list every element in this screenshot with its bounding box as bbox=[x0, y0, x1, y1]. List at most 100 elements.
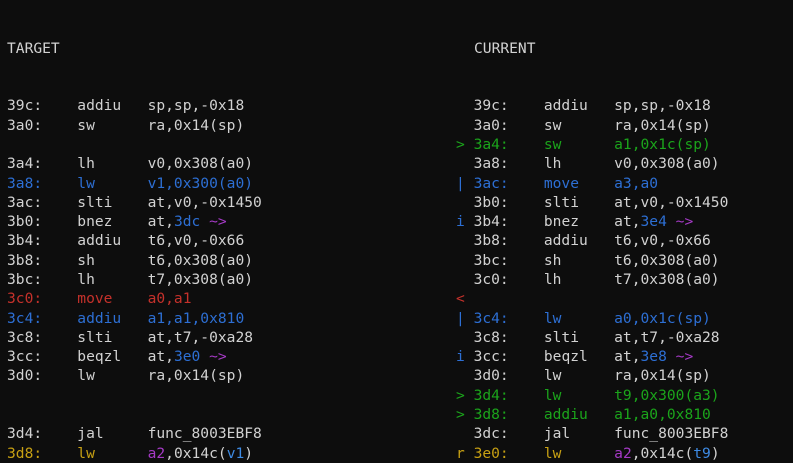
asm-segment: ,0x14c( bbox=[165, 445, 227, 462]
target-line: 3a8: lw v1,0x300(a0) bbox=[7, 174, 253, 193]
target-line: 3c4: addiu a1,a1,0x810 bbox=[7, 309, 244, 328]
target-column-header: TARGET bbox=[7, 39, 60, 58]
target-line: 3cc: beqzl at,3e0 ~> bbox=[7, 347, 227, 366]
current-line: 3b0: slti at,v0,-0x1450 bbox=[456, 193, 728, 212]
asm-segment bbox=[667, 213, 676, 230]
asm-segment: ) bbox=[711, 445, 720, 462]
asm-segment: 3d0: lw ra,0x14(sp) bbox=[7, 367, 244, 384]
target-line: 3c0: move a0,a1 bbox=[7, 289, 192, 308]
current-line: r 3e0: lw a2,0x14c(t9) bbox=[456, 444, 720, 463]
asm-segment: 3c8: slti at,t7,-0xa28 bbox=[456, 329, 720, 346]
current-line: > 3a4: sw a1,0x1c(sp) bbox=[456, 135, 711, 154]
current-line: | 3c4: lw a0,0x1c(sp) bbox=[456, 309, 711, 328]
asm-segment bbox=[200, 213, 209, 230]
target-line: 3ac: slti at,v0,-0x1450 bbox=[7, 193, 262, 212]
diff-row: 3cc: beqzl at,3e0 ~>i 3cc: beqzl at,3e8 … bbox=[0, 347, 793, 366]
asm-segment: r 3e0: lw bbox=[456, 445, 614, 462]
current-line: 3b8: addiu t6,v0,-0x66 bbox=[456, 231, 711, 250]
diff-rows: 39c: addiu sp,sp,-0x18 39c: addiu sp,sp,… bbox=[0, 96, 793, 463]
current-line: 3c8: slti at,t7,-0xa28 bbox=[456, 328, 720, 347]
target-line: 3b4: addiu t6,v0,-0x66 bbox=[7, 231, 244, 250]
current-line: | 3ac: move a3,a0 bbox=[456, 174, 658, 193]
asm-segment: 3c0: lh t7,0x308(a0) bbox=[456, 271, 720, 288]
diff-row: 3d4: jal func_8003EBF8 3dc: jal func_800… bbox=[0, 424, 793, 443]
asm-segment: 3a4: lh v0,0x308(a0) bbox=[7, 155, 253, 172]
asm-segment: 3bc: sh t6,0x308(a0) bbox=[456, 252, 720, 269]
diff-row: > 3a4: sw a1,0x1c(sp) bbox=[0, 135, 793, 154]
diff-row: 3b8: sh t6,0x308(a0) 3bc: sh t6,0x308(a0… bbox=[0, 251, 793, 270]
diff-row: 39c: addiu sp,sp,-0x18 39c: addiu sp,sp,… bbox=[0, 96, 793, 115]
current-line: 3d0: lw ra,0x14(sp) bbox=[456, 366, 711, 385]
diff-row: > 3d4: lw t9,0x300(a3) bbox=[0, 386, 793, 405]
current-column-header: CURRENT bbox=[474, 39, 536, 58]
asm-segment: i bbox=[456, 348, 474, 365]
asm-segment: | 3ac: move a3,a0 bbox=[456, 175, 658, 192]
diff-row: 3bc: lh t7,0x308(a0) 3c0: lh t7,0x308(a0… bbox=[0, 270, 793, 289]
asm-segment: 3d0: lw ra,0x14(sp) bbox=[456, 367, 711, 384]
asm-segment: 3bc: lh t7,0x308(a0) bbox=[7, 271, 253, 288]
asm-segment: i bbox=[456, 213, 474, 230]
diff-row: 3b4: addiu t6,v0,-0x66 3b8: addiu t6,v0,… bbox=[0, 231, 793, 250]
diff-row: 3a4: lh v0,0x308(a0) 3a8: lh v0,0x308(a0… bbox=[0, 154, 793, 173]
target-line: 3c8: slti at,t7,-0xa28 bbox=[7, 328, 253, 347]
asm-segment: 3b0: bnez at, bbox=[7, 213, 174, 230]
asm-segment: a2 bbox=[148, 445, 166, 462]
asm-segment: 3e4 bbox=[641, 213, 667, 230]
diff-row: 3a8: lw v1,0x300(a0) | 3ac: move a3,a0 bbox=[0, 174, 793, 193]
asm-segment: > 3d8: addiu a1,a0,0x810 bbox=[456, 406, 711, 423]
asm-diff-terminal: TARGET CURRENT 39c: addiu sp,sp,-0x18 39… bbox=[0, 0, 793, 463]
asm-segment: 39c: addiu sp,sp,-0x18 bbox=[456, 97, 711, 114]
asm-segment: 3b0: slti at,v0,-0x1450 bbox=[456, 194, 728, 211]
target-line: 3d0: lw ra,0x14(sp) bbox=[7, 366, 244, 385]
target-line: 3b8: sh t6,0x308(a0) bbox=[7, 251, 253, 270]
asm-segment: a2 bbox=[614, 445, 632, 462]
diff-row: 3d8: lw a2,0x14c(v1)r 3e0: lw a2,0x14c(t… bbox=[0, 444, 793, 463]
diff-row: 3a0: sw ra,0x14(sp) 3a0: sw ra,0x14(sp) bbox=[0, 116, 793, 135]
asm-segment: 3cc: beqzl at, bbox=[7, 348, 174, 365]
asm-segment: ~> bbox=[209, 348, 227, 365]
asm-segment: 3e8 bbox=[641, 348, 667, 365]
current-line: 3a8: lh v0,0x308(a0) bbox=[456, 154, 720, 173]
asm-segment: ,0x14c( bbox=[632, 445, 694, 462]
asm-segment: 3dc: jal func_8003EBF8 bbox=[456, 425, 728, 442]
asm-segment: ~> bbox=[209, 213, 227, 230]
asm-segment: 3c8: slti at,t7,-0xa28 bbox=[7, 329, 253, 346]
asm-segment: 39c: addiu sp,sp,-0x18 bbox=[7, 97, 244, 114]
asm-segment: < bbox=[456, 290, 465, 307]
asm-segment: ) bbox=[244, 445, 253, 462]
header-row: TARGET CURRENT bbox=[0, 39, 793, 58]
asm-segment: > 3d4: lw t9,0x300(a3) bbox=[456, 387, 720, 404]
asm-segment: 3ac: slti at,v0,-0x1450 bbox=[7, 194, 262, 211]
current-line: 3c0: lh t7,0x308(a0) bbox=[456, 270, 720, 289]
asm-segment: 3d4: jal func_8003EBF8 bbox=[7, 425, 262, 442]
current-line: < bbox=[456, 289, 465, 308]
current-line: 3bc: sh t6,0x308(a0) bbox=[456, 251, 720, 270]
target-line: 3a4: lh v0,0x308(a0) bbox=[7, 154, 253, 173]
asm-segment: 3a8: lw v1,0x300(a0) bbox=[7, 175, 253, 192]
asm-segment: 3a8: lh v0,0x308(a0) bbox=[456, 155, 720, 172]
diff-row: 3d0: lw ra,0x14(sp) 3d0: lw ra,0x14(sp) bbox=[0, 366, 793, 385]
current-line: 3dc: jal func_8003EBF8 bbox=[456, 424, 728, 443]
asm-segment: 3b8: sh t6,0x308(a0) bbox=[7, 252, 253, 269]
target-line: 3bc: lh t7,0x308(a0) bbox=[7, 270, 253, 289]
asm-segment: 3dc bbox=[174, 213, 200, 230]
target-line: 3a0: sw ra,0x14(sp) bbox=[7, 116, 244, 135]
asm-segment: 3b4: addiu t6,v0,-0x66 bbox=[7, 232, 244, 249]
asm-segment: ~> bbox=[676, 348, 694, 365]
diff-row: 3c0: move a0,a1 < bbox=[0, 289, 793, 308]
diff-row: 3b0: bnez at,3dc ~>i 3b4: bnez at,3e4 ~> bbox=[0, 212, 793, 231]
asm-segment: 3c0: move a0,a1 bbox=[7, 290, 192, 307]
asm-segment: 3b8: addiu t6,v0,-0x66 bbox=[456, 232, 711, 249]
asm-segment: 3e0 bbox=[174, 348, 200, 365]
asm-segment: 3c4: addiu a1,a1,0x810 bbox=[7, 310, 244, 327]
diff-row: 3c8: slti at,t7,-0xa28 3c8: slti at,t7,-… bbox=[0, 328, 793, 347]
target-line: 39c: addiu sp,sp,-0x18 bbox=[7, 96, 244, 115]
asm-segment: 3a0: sw ra,0x14(sp) bbox=[7, 117, 244, 134]
asm-segment: | 3c4: lw a0,0x1c(sp) bbox=[456, 310, 711, 327]
asm-segment: t9 bbox=[693, 445, 711, 462]
asm-segment: v1 bbox=[227, 445, 245, 462]
current-line: > 3d4: lw t9,0x300(a3) bbox=[456, 386, 720, 405]
target-line: 3d8: lw a2,0x14c(v1) bbox=[7, 444, 253, 463]
diff-row: 3c4: addiu a1,a1,0x810 | 3c4: lw a0,0x1c(… bbox=[0, 309, 793, 328]
diff-row: > 3d8: addiu a1,a0,0x810 bbox=[0, 405, 793, 424]
